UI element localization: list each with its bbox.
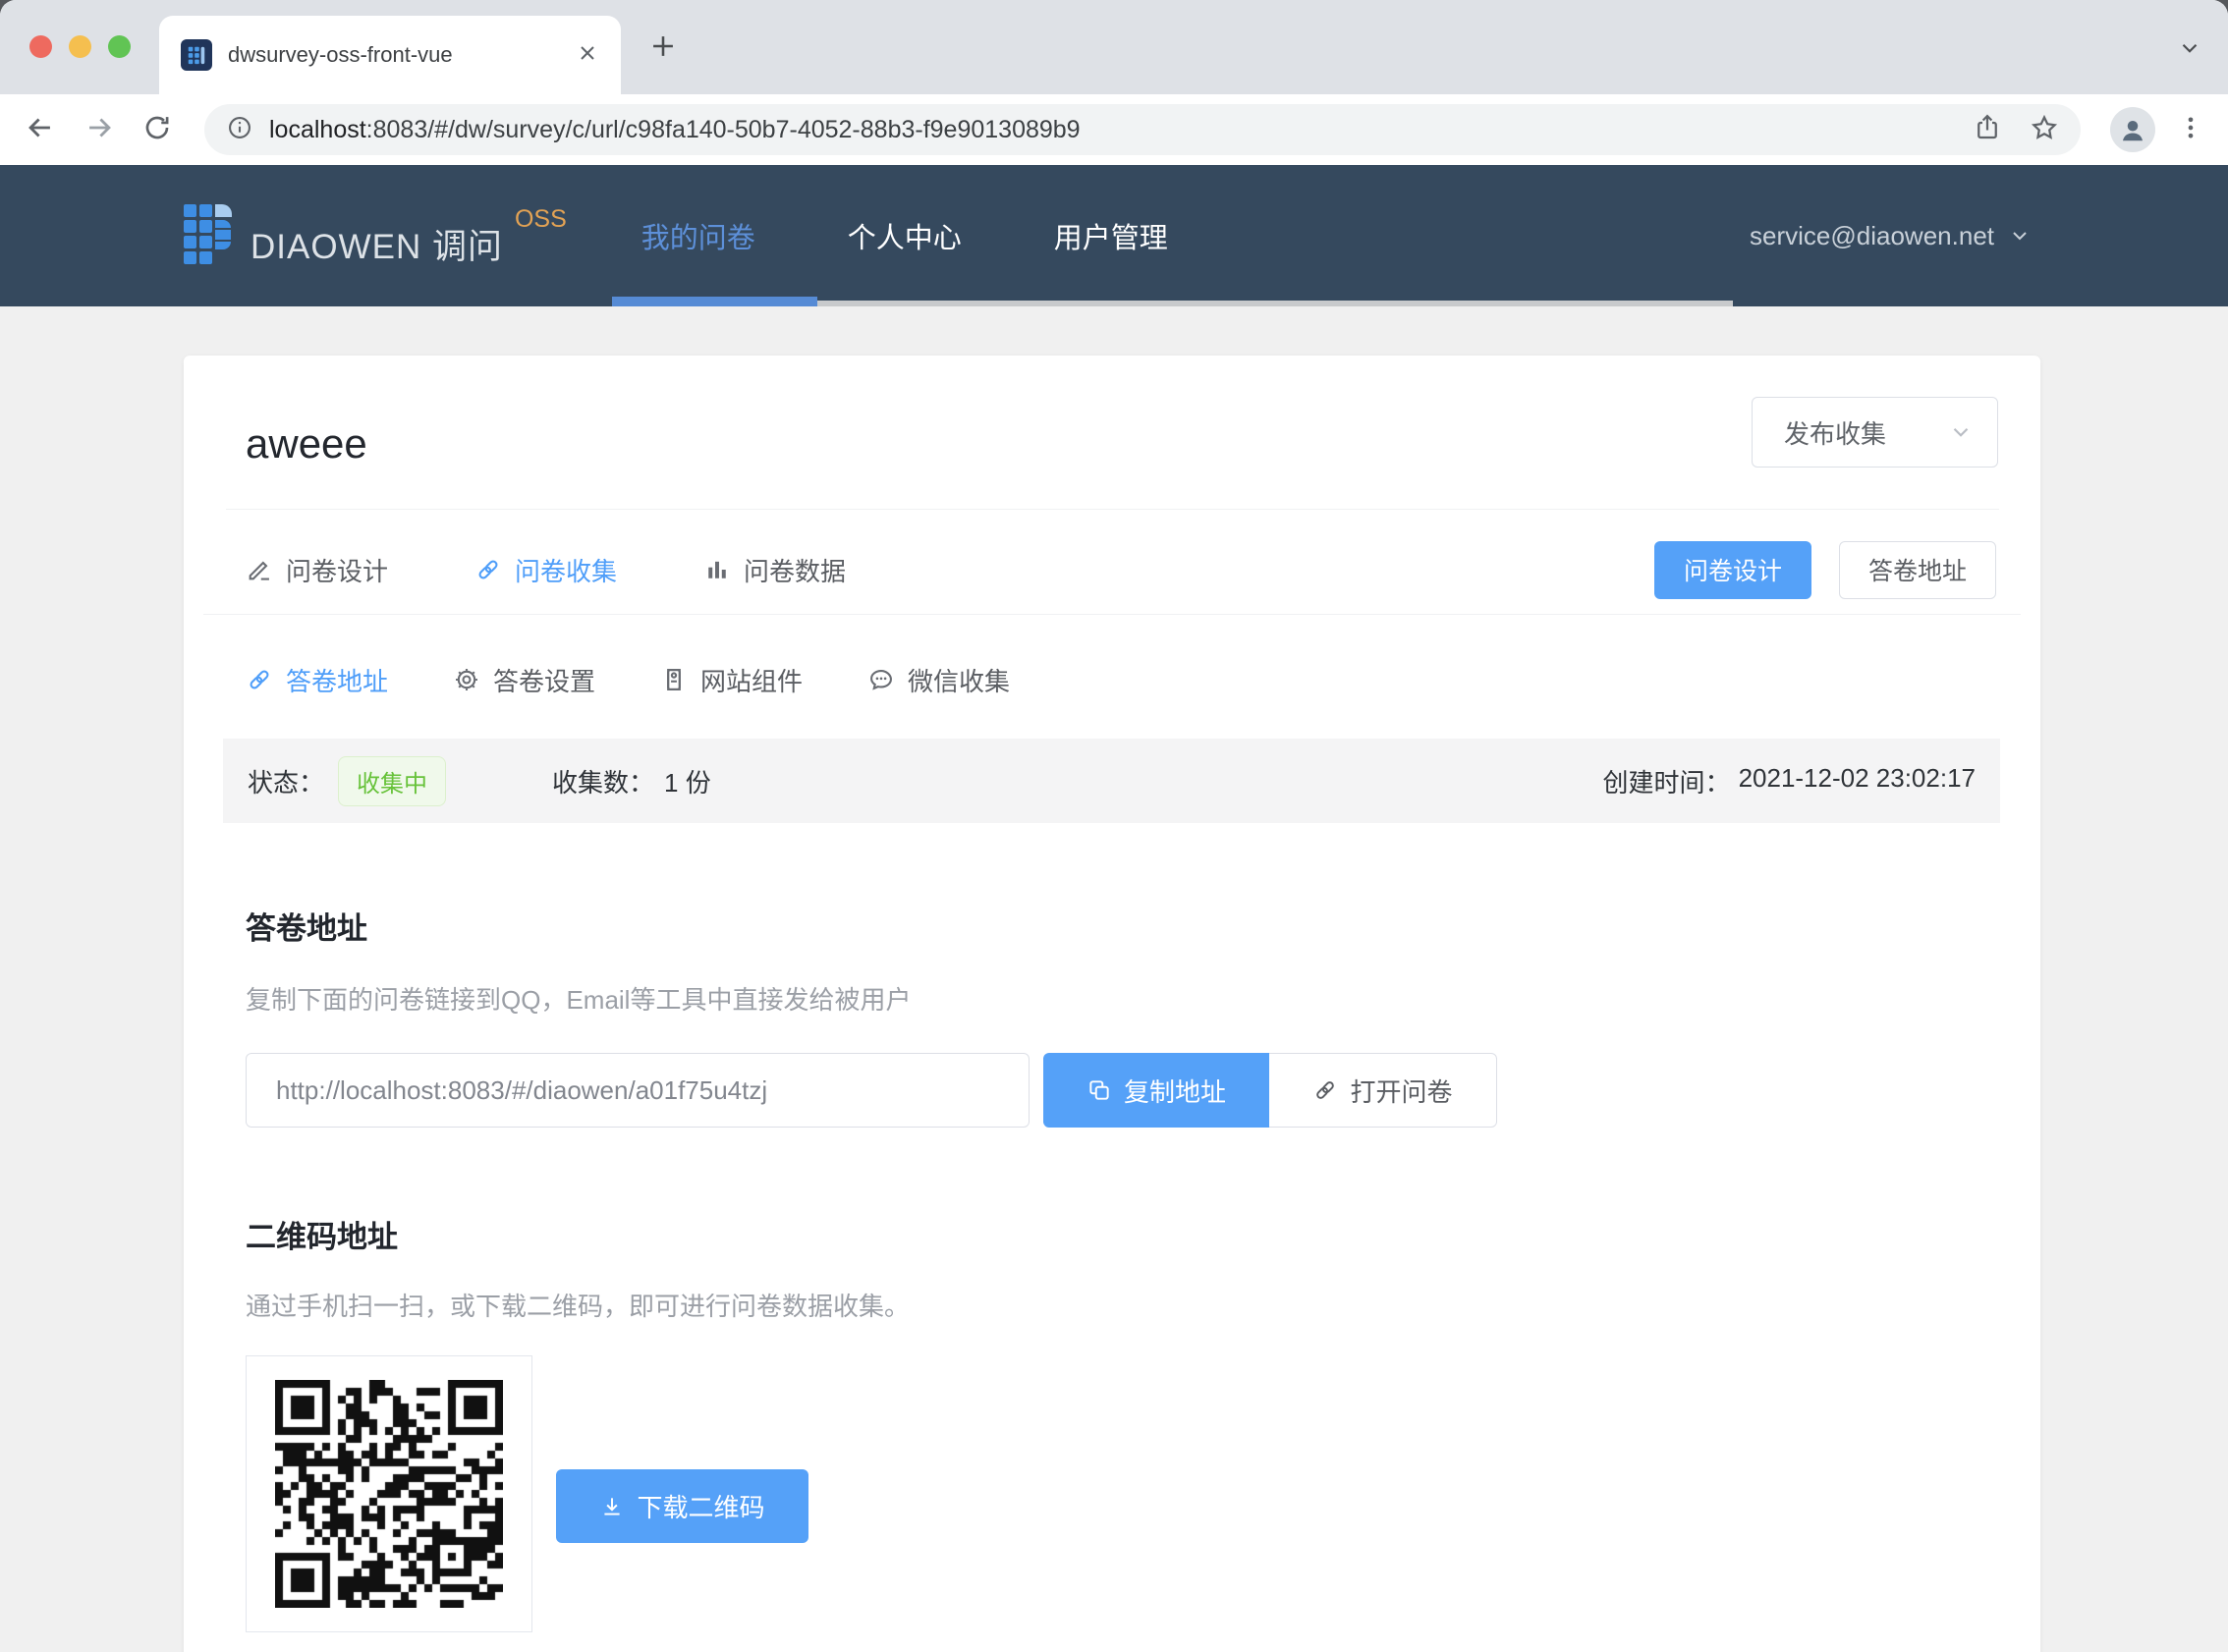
nav-user-management[interactable]: 用户管理	[1054, 215, 1168, 256]
close-window-button[interactable]	[29, 35, 52, 58]
qr-code	[275, 1380, 503, 1608]
pencil-icon	[246, 556, 273, 583]
bookmark-star-icon[interactable]	[2030, 113, 2059, 147]
subtab-wechat-collect[interactable]: 微信收集	[867, 662, 1010, 698]
tab-survey-data[interactable]: 问卷数据	[703, 552, 846, 588]
download-qr-button[interactable]: 下载二维码	[556, 1469, 808, 1543]
qr-code-box	[246, 1355, 532, 1632]
answer-url-heading: 答卷地址	[246, 904, 367, 948]
user-menu[interactable]: service@diaowen.net	[1750, 221, 2032, 251]
link-icon	[474, 556, 502, 583]
browser-menu-icon[interactable]	[2177, 114, 2204, 146]
answer-url-button[interactable]: 答卷地址	[1839, 541, 1996, 599]
collect-count-value: 1 份	[664, 763, 711, 799]
url-host: localhost	[269, 116, 366, 143]
divider	[226, 509, 1999, 510]
brand-logo[interactable]: DIAOWEN 调问 OSS	[184, 203, 567, 269]
tab-survey-collect[interactable]: 问卷收集	[474, 552, 617, 588]
survey-url-input[interactable]	[246, 1053, 1030, 1128]
created-time-label: 创建时间：	[1603, 763, 1731, 799]
url-path: :8083/#/dw/survey/c/url/c98fa140-50b7-40…	[366, 116, 1081, 143]
page-background: aweee 发布收集 问卷设计 问卷收集 问卷数据	[0, 306, 2228, 1652]
open-survey-button-label: 打开问卷	[1350, 1073, 1452, 1109]
active-nav-underline	[612, 297, 817, 306]
browser-tab[interactable]: dwsurvey-oss-front-vue	[159, 16, 621, 94]
survey-tabs: 问卷设计 问卷收集 问卷数据 问卷设计 答卷地址	[246, 540, 1996, 599]
new-tab-button[interactable]	[646, 29, 680, 68]
nav-my-surveys[interactable]: 我的问卷	[641, 215, 755, 256]
bar-chart-icon	[703, 556, 731, 583]
answer-url-button-label: 答卷地址	[1868, 552, 1967, 587]
copy-url-button[interactable]: 复制地址	[1043, 1053, 1269, 1128]
subtab-site-widget[interactable]: 网站组件	[660, 662, 803, 698]
forward-icon[interactable]	[83, 111, 116, 149]
status-bar: 状态： 收集中 收集数： 1 份 创建时间： 2021-12-02 23:02:…	[223, 739, 2000, 823]
design-button[interactable]: 问卷设计	[1654, 541, 1811, 599]
collect-count-label: 收集数：	[552, 763, 654, 799]
widget-badge-icon	[660, 666, 688, 693]
publish-select-value: 发布收集	[1784, 414, 1948, 451]
profile-avatar[interactable]	[2110, 107, 2155, 152]
status-label: 状态：	[248, 763, 324, 799]
qr-description: 通过手机扫一扫，或下载二维码，即可进行问卷数据收集。	[246, 1287, 910, 1323]
chevron-down-icon	[2008, 224, 2032, 248]
divider	[203, 614, 2021, 615]
copy-icon	[1086, 1077, 1112, 1103]
answer-url-row: 复制地址 打开问卷	[246, 1053, 1497, 1128]
tab-close-icon[interactable]	[576, 41, 599, 70]
brand-name: DIAOWEN 调问	[251, 219, 503, 269]
link-icon	[1312, 1077, 1338, 1103]
design-button-label: 问卷设计	[1684, 552, 1782, 587]
main-nav: 我的问卷 个人中心 用户管理	[641, 215, 1168, 256]
download-qr-button-label: 下载二维码	[637, 1488, 764, 1524]
url-text: localhost:8083/#/dw/survey/c/url/c98fa14…	[269, 116, 1973, 144]
subtab-answer-url[interactable]: 答卷地址	[246, 662, 388, 698]
tab-search-chevron-icon[interactable]	[2177, 35, 2202, 66]
collect-subtabs: 答卷地址 答卷设置 网站组件 微信收集	[246, 650, 1996, 709]
minimize-window-button[interactable]	[69, 35, 91, 58]
browser-toolbar: localhost:8083/#/dw/survey/c/url/c98fa14…	[0, 94, 2228, 165]
window-controls[interactable]	[29, 35, 131, 58]
subtab-label: 答卷地址	[286, 662, 388, 698]
tab-label: 问卷设计	[286, 552, 388, 588]
chevron-down-icon	[1948, 419, 1974, 445]
url-bar[interactable]: localhost:8083/#/dw/survey/c/url/c98fa14…	[204, 104, 2081, 155]
browser-tab-strip: dwsurvey-oss-front-vue	[0, 0, 2228, 94]
answer-url-description: 复制下面的问卷链接到QQ，Email等工具中直接发给被用户	[246, 980, 911, 1017]
tab-survey-design[interactable]: 问卷设计	[246, 552, 388, 588]
subtab-label: 微信收集	[908, 662, 1010, 698]
wechat-chat-icon	[867, 666, 895, 693]
browser-window: dwsurvey-oss-front-vue localhost:8083/#/…	[0, 0, 2228, 1652]
app-header: DIAOWEN 调问 OSS 我的问卷 个人中心 用户管理 service@di…	[0, 165, 2228, 306]
survey-title: aweee	[246, 420, 367, 468]
tab-label: 问卷收集	[515, 552, 617, 588]
site-info-icon[interactable]	[226, 114, 253, 146]
tab-label: 问卷数据	[744, 552, 846, 588]
survey-card: aweee 发布收集 问卷设计 问卷收集 问卷数据	[184, 356, 2040, 1652]
favicon	[181, 39, 212, 71]
brand-oss-badge: OSS	[515, 205, 567, 234]
zoom-window-button[interactable]	[108, 35, 131, 58]
user-email: service@diaowen.net	[1750, 221, 1994, 251]
gear-icon	[453, 666, 480, 693]
qr-heading: 二维码地址	[246, 1212, 398, 1256]
created-time-value: 2021-12-02 23:02:17	[1739, 763, 1976, 799]
open-survey-button[interactable]: 打开问卷	[1269, 1053, 1497, 1128]
subtab-answer-settings[interactable]: 答卷设置	[453, 662, 595, 698]
publish-select[interactable]: 发布收集	[1752, 397, 1998, 468]
subtab-label: 网站组件	[700, 662, 803, 698]
subtab-label: 答卷设置	[493, 662, 595, 698]
copy-url-button-label: 复制地址	[1124, 1073, 1226, 1109]
download-icon	[599, 1494, 625, 1519]
share-icon[interactable]	[1973, 113, 2002, 147]
nav-personal-center[interactable]: 个人中心	[848, 215, 962, 256]
status-badge: 收集中	[338, 756, 446, 806]
tab-title: dwsurvey-oss-front-vue	[228, 42, 576, 68]
diaowen-logo-icon	[184, 203, 233, 268]
link-icon	[246, 666, 273, 693]
back-icon[interactable]	[24, 111, 57, 149]
reload-icon[interactable]	[141, 112, 173, 148]
